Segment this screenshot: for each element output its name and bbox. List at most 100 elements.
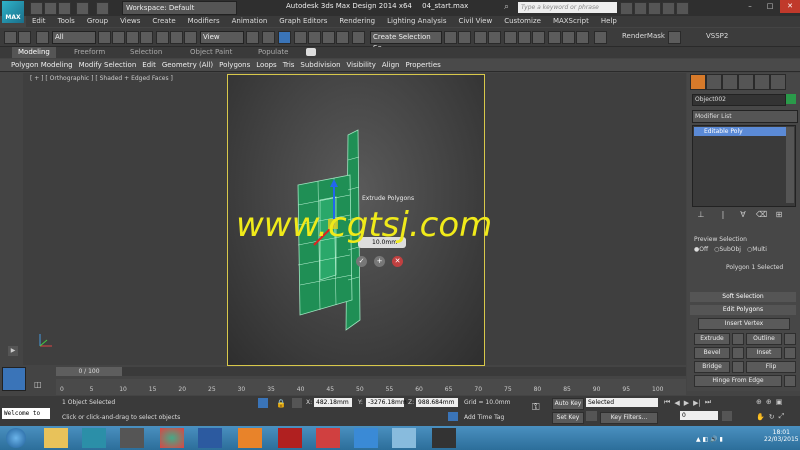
render-production-icon[interactable] bbox=[576, 31, 589, 44]
inset-button[interactable]: Inset bbox=[746, 347, 782, 359]
modifier-list-dropdown[interactable]: Modifier List bbox=[692, 110, 798, 123]
tray-icons[interactable]: ▲ ◧ 🔊 ▮ bbox=[696, 436, 723, 443]
menu-create[interactable]: Create bbox=[146, 16, 181, 27]
orbit-icon[interactable]: ↻ bbox=[769, 413, 775, 421]
maxscript-listener[interactable]: Welcome to bbox=[2, 408, 50, 419]
object-name-field[interactable]: Object002 bbox=[692, 94, 786, 106]
auto-key-button[interactable]: Auto Key bbox=[552, 398, 584, 410]
zoom-icon[interactable]: ⊕ bbox=[756, 398, 762, 406]
menu-customize[interactable]: Customize bbox=[498, 16, 547, 27]
soft-selection-rollout[interactable]: Soft Selection bbox=[690, 292, 796, 302]
bridge-button[interactable]: Bridge bbox=[694, 361, 730, 373]
tab-selection[interactable]: Selection bbox=[124, 47, 168, 58]
menu-group[interactable]: Group bbox=[81, 16, 114, 27]
hierarchy-tab-icon[interactable] bbox=[722, 74, 738, 90]
redo-icon[interactable] bbox=[96, 2, 109, 15]
modify-tab-icon[interactable] bbox=[706, 74, 722, 90]
pan-icon[interactable]: ✋ bbox=[756, 413, 765, 421]
material-editor-icon[interactable] bbox=[532, 31, 545, 44]
outline-button[interactable]: Outline bbox=[746, 333, 782, 345]
taskbar-clock[interactable]: 18:01 22/03/2015 bbox=[764, 429, 799, 443]
selection-filter-dropdown[interactable]: All bbox=[52, 31, 96, 44]
menu-help[interactable]: Help bbox=[595, 16, 623, 27]
extrude-button[interactable]: Extrude bbox=[694, 333, 730, 345]
menu-graph-editors[interactable]: Graph Editors bbox=[273, 16, 333, 27]
percent-snap-icon[interactable] bbox=[322, 31, 335, 44]
next-frame-icon[interactable]: ▶| bbox=[693, 399, 701, 407]
app-logo[interactable]: MAX bbox=[2, 1, 24, 23]
render-mask-label[interactable]: RenderMask bbox=[622, 32, 665, 40]
rect-selection-icon[interactable] bbox=[126, 31, 139, 44]
ribbon-align[interactable]: Align bbox=[379, 59, 403, 72]
go-to-end-icon[interactable]: ⏭ bbox=[705, 398, 711, 407]
outline-settings-button[interactable] bbox=[784, 333, 796, 345]
menu-edit[interactable]: Edit bbox=[26, 16, 52, 27]
x-coord-field[interactable]: 482.18mm bbox=[314, 398, 352, 407]
ribbon-properties[interactable]: Properties bbox=[402, 59, 443, 72]
keyboard-shortcut-icon[interactable] bbox=[278, 31, 291, 44]
z-coord-field[interactable]: 988.684mm bbox=[416, 398, 458, 407]
menu-lighting-analysis[interactable]: Lighting Analysis bbox=[381, 16, 452, 27]
edit-named-selection-icon[interactable] bbox=[352, 31, 365, 44]
search-icon[interactable] bbox=[620, 2, 633, 15]
display-tab-icon[interactable] bbox=[754, 74, 770, 90]
remove-modifier-icon[interactable]: ⌫ bbox=[756, 210, 767, 220]
current-frame-field[interactable]: 0 bbox=[680, 411, 718, 420]
render-icon[interactable] bbox=[668, 31, 681, 44]
px-task-icon[interactable] bbox=[120, 428, 144, 448]
recorder-task-icon[interactable] bbox=[432, 428, 456, 448]
schematic-view-icon[interactable] bbox=[518, 31, 531, 44]
lock-icon[interactable]: 🔒 bbox=[276, 399, 286, 408]
menu-rendering[interactable]: Rendering bbox=[333, 16, 381, 27]
maximize-icon[interactable]: □ bbox=[760, 0, 780, 13]
zoom-extents-icon[interactable]: ▣ bbox=[776, 398, 783, 406]
time-config-icon[interactable] bbox=[722, 411, 732, 421]
inset-settings-button[interactable] bbox=[784, 347, 796, 359]
undo-tool-icon[interactable] bbox=[4, 31, 17, 44]
angle-snap-icon[interactable] bbox=[308, 31, 321, 44]
3dsmax-task-icon[interactable] bbox=[82, 428, 106, 448]
ribbon-tris[interactable]: Tris bbox=[280, 59, 298, 72]
menu-maxscript[interactable]: MAXScript bbox=[547, 16, 595, 27]
time-slider-track[interactable] bbox=[56, 367, 686, 376]
render-iterative-icon[interactable] bbox=[594, 31, 607, 44]
y-coord-field[interactable]: -3276.18mm bbox=[366, 398, 407, 407]
tab-modeling[interactable]: Modeling bbox=[12, 47, 56, 58]
start-button[interactable] bbox=[6, 428, 26, 448]
rendered-frame-icon[interactable] bbox=[562, 31, 575, 44]
insert-vertex-button[interactable]: Insert Vertex bbox=[698, 318, 790, 330]
bridge-settings-button[interactable] bbox=[732, 361, 744, 373]
move-icon[interactable] bbox=[156, 31, 169, 44]
undo-icon[interactable] bbox=[76, 2, 89, 15]
pivot-center-icon[interactable] bbox=[246, 31, 259, 44]
select-manipulate-icon[interactable] bbox=[262, 31, 275, 44]
curve-editor-icon[interactable] bbox=[504, 31, 517, 44]
bevel-button[interactable]: Bevel bbox=[694, 347, 730, 359]
subscription-icon[interactable] bbox=[634, 2, 647, 15]
rotate-icon[interactable] bbox=[170, 31, 183, 44]
layer-manager-icon[interactable] bbox=[474, 31, 487, 44]
make-unique-icon[interactable]: ∀ bbox=[738, 210, 748, 220]
flip-button[interactable]: Flip bbox=[746, 361, 796, 373]
creative-cloud-task-icon[interactable] bbox=[278, 428, 302, 448]
zoom-all-icon[interactable]: ⊕ bbox=[766, 398, 772, 406]
extrude-settings-button[interactable] bbox=[732, 333, 744, 345]
explorer-task-icon[interactable] bbox=[44, 428, 68, 448]
pin-stack-icon[interactable]: ⊥ bbox=[696, 210, 706, 220]
timeline-toggle-icon[interactable]: ◫ bbox=[34, 380, 42, 389]
time-slider[interactable]: 0 / 100 bbox=[56, 367, 122, 376]
viewport-label[interactable]: [ + ] [ Orthographic ] [ Shaded + Edged … bbox=[30, 75, 173, 82]
time-tag-icon[interactable] bbox=[448, 412, 458, 421]
ribbon-edit[interactable]: Edit bbox=[139, 59, 159, 72]
caddy-apply-icon[interactable]: + bbox=[374, 256, 385, 267]
stack-scrollbar[interactable] bbox=[786, 127, 794, 203]
graphite-toggle-icon[interactable] bbox=[488, 31, 501, 44]
menu-tools[interactable]: Tools bbox=[52, 16, 81, 27]
named-selection-dropdown[interactable]: Create Selection Se bbox=[370, 31, 442, 52]
ribbon-polygons[interactable]: Polygons bbox=[216, 59, 253, 72]
motion-tab-icon[interactable] bbox=[738, 74, 754, 90]
go-to-start-icon[interactable]: ⏮ bbox=[664, 398, 670, 407]
mirror-icon[interactable] bbox=[444, 31, 457, 44]
app-task-icon[interactable] bbox=[198, 428, 222, 448]
create-tab-icon[interactable] bbox=[690, 74, 706, 90]
